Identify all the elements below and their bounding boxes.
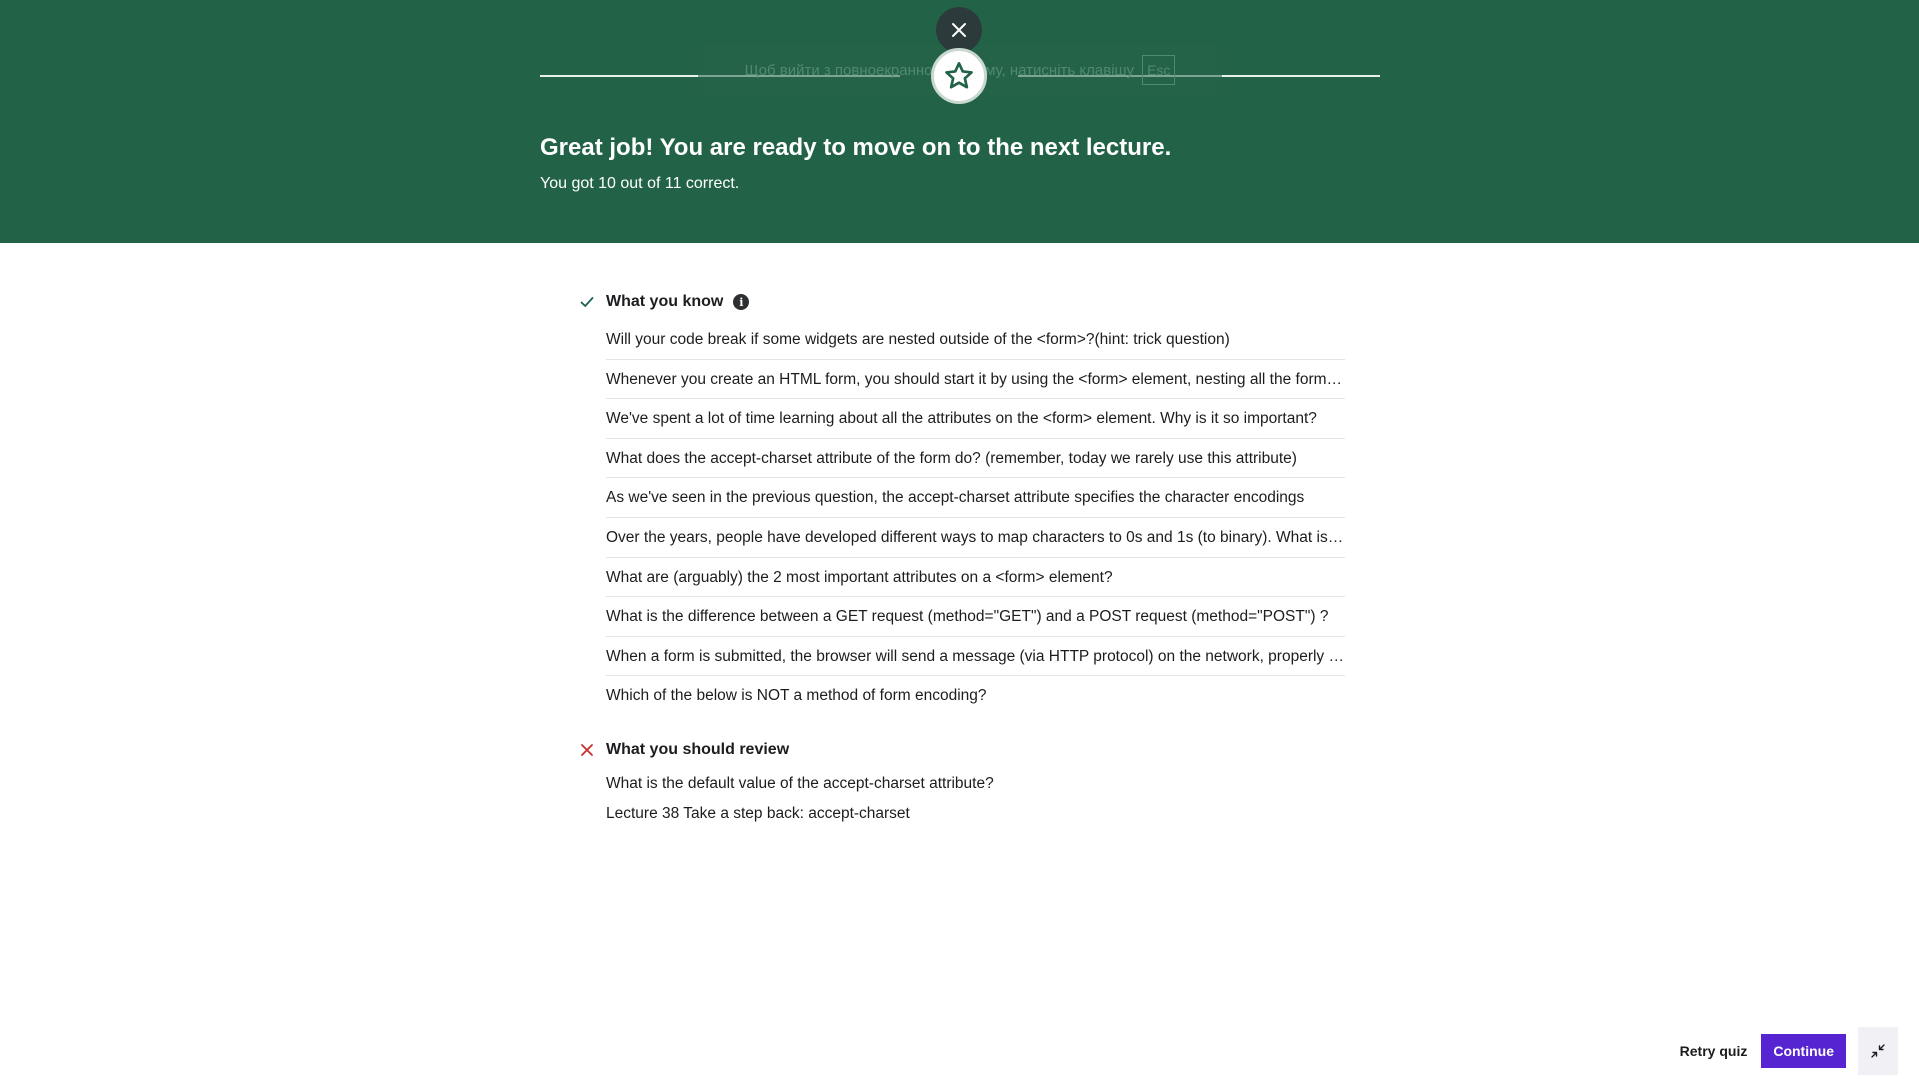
review-label: What you should review [606, 741, 790, 758]
info-icon[interactable]: i [733, 294, 750, 310]
collapse-icon [1871, 1043, 1885, 1058]
close-button[interactable] [936, 7, 982, 53]
what-you-know-header: What you know i [580, 290, 1345, 314]
check-icon [580, 297, 594, 307]
result-score: You got 10 out of 11 correct. [540, 175, 740, 192]
known-question-item[interactable]: Over the years, people have developed di… [606, 518, 1345, 558]
exit-fullscreen-button[interactable] [1858, 1026, 1898, 1075]
known-questions-list: Will your code break if some widgets are… [606, 320, 1345, 716]
star-badge [931, 48, 987, 104]
known-question-item[interactable]: As we've seen in the previous question, … [606, 478, 1345, 518]
star-icon [945, 62, 973, 89]
known-question-item[interactable]: Whenever you create an HTML form, you sh… [606, 360, 1345, 400]
known-question-item[interactable]: What are (arguably) the 2 most important… [606, 558, 1345, 598]
continue-button[interactable]: Continue [1761, 1033, 1846, 1068]
what-you-know-label: What you know [606, 293, 724, 310]
close-icon [952, 23, 966, 37]
esc-key-hint: Esc [1142, 55, 1176, 85]
review-lecture-link[interactable]: Lecture 38 Take a step back: accept-char… [606, 799, 1345, 829]
retry-quiz-button[interactable]: Retry quiz [1666, 1034, 1762, 1068]
review-header: What you should review [580, 738, 1345, 762]
result-banner: Щоб вийти з повноекранного режиму, натис… [0, 0, 1919, 243]
footer-actions: Retry quiz Continue [1666, 1026, 1898, 1075]
known-question-item[interactable]: Will your code break if some widgets are… [606, 320, 1345, 360]
known-question-item[interactable]: When a form is submitted, the browser wi… [606, 637, 1345, 677]
known-question-item[interactable]: What is the difference between a GET req… [606, 597, 1345, 637]
known-question-item[interactable]: We've spent a lot of time learning about… [606, 399, 1345, 439]
known-question-item[interactable]: What does the accept-charset attribute o… [606, 439, 1345, 479]
result-title: Great job! You are ready to move on to t… [540, 134, 1172, 161]
what-you-know-section: What you know i Will your code break if … [580, 290, 1345, 716]
review-question: What is the default value of the accept-… [606, 775, 994, 792]
known-question-item[interactable]: Which of the below is NOT a method of fo… [606, 676, 1345, 716]
cross-icon [581, 744, 593, 756]
what-you-should-review-section: What you should review What is the defau… [580, 738, 1345, 829]
